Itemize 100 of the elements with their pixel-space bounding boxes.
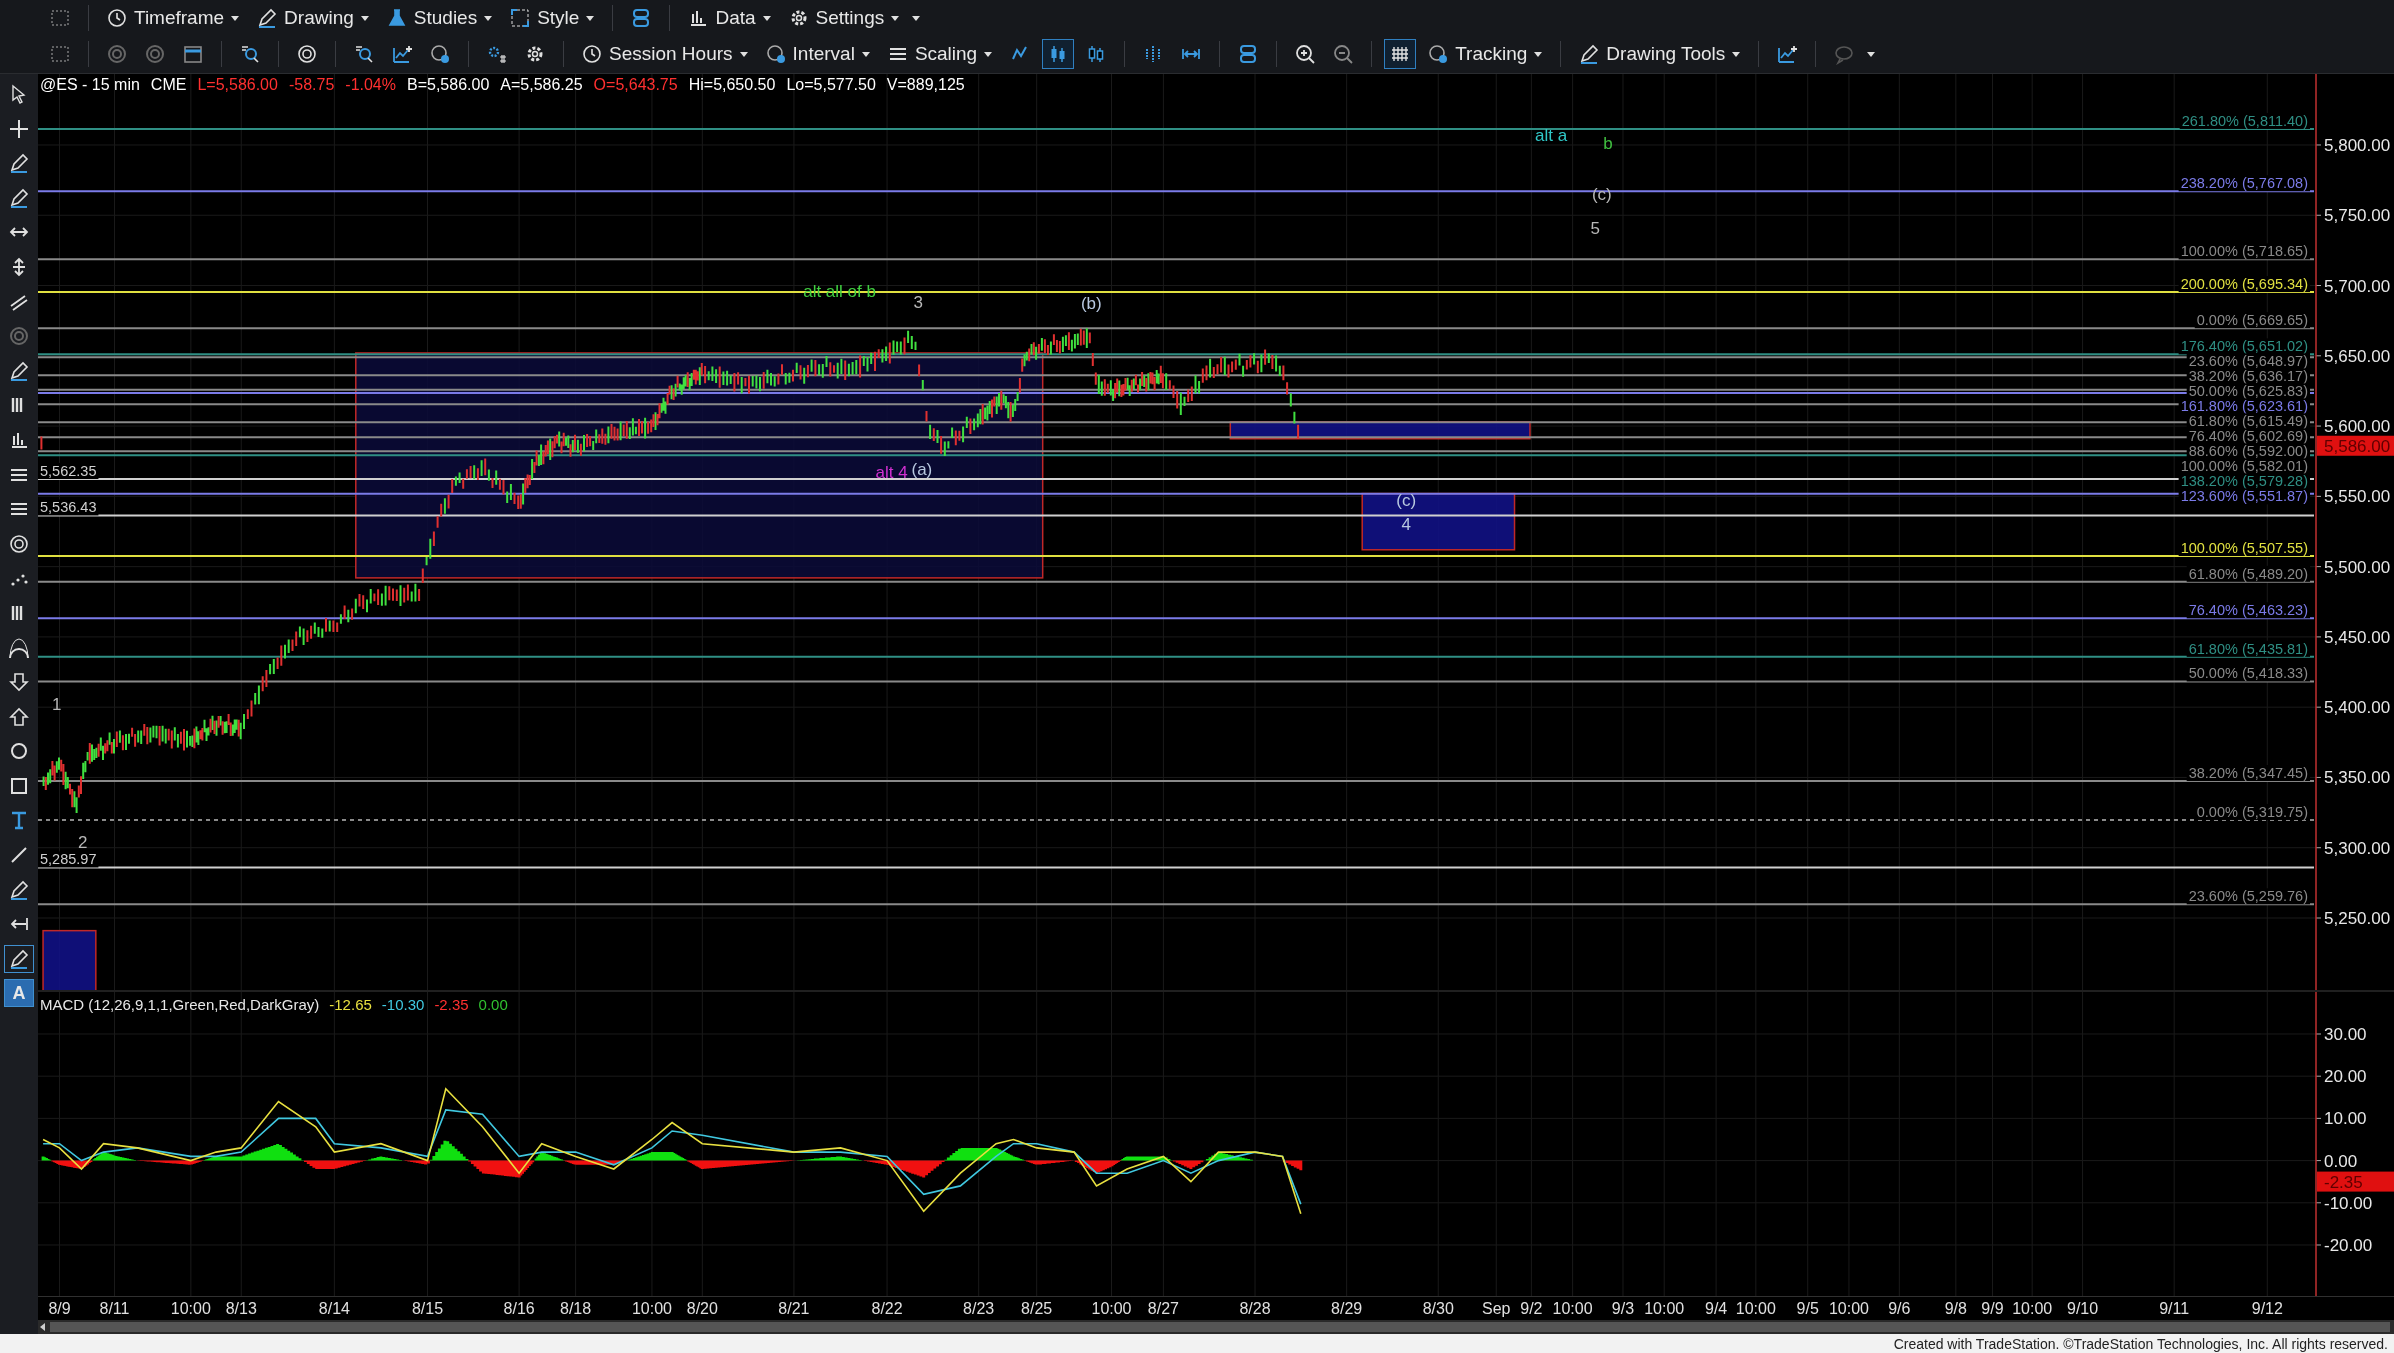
level-label: 50.00% (5,418.33) bbox=[2188, 665, 2308, 682]
wave-label: alt 4 bbox=[875, 463, 908, 483]
wave-label: b bbox=[1603, 134, 1613, 154]
axis-label: 10:00 bbox=[1091, 1300, 1132, 1318]
axis-label: 8/14 bbox=[318, 1300, 350, 1318]
clock-icon bbox=[106, 7, 128, 29]
axis-label: 8/18 bbox=[560, 1300, 592, 1318]
menu-button[interactable]: Studies bbox=[380, 3, 499, 33]
axis-label: 5,700.00 bbox=[2324, 276, 2391, 296]
axis-label: 8/21 bbox=[778, 1300, 810, 1318]
level-label: 261.80% (5,811.40) bbox=[2181, 112, 2308, 129]
axis-label: 9/9 bbox=[1981, 1300, 2004, 1318]
level-label: 161.80% (5,623.61) bbox=[2180, 398, 2308, 415]
dotted-square-icon bbox=[49, 43, 71, 65]
chart-plus-icon bbox=[391, 43, 413, 65]
menu-button[interactable]: Settings bbox=[782, 3, 906, 33]
axis-label: 10:00 bbox=[1644, 1300, 1685, 1318]
level-label: 23.60% (5,259.76) bbox=[2188, 888, 2308, 905]
indicator-value: -12.65 bbox=[329, 996, 372, 1013]
level-label: 23.60% (5,648.97) bbox=[2188, 353, 2308, 370]
level-label: 5,562.35 bbox=[40, 463, 97, 479]
pencil-icon bbox=[8, 152, 30, 175]
level-label: 123.60% (5,551.87) bbox=[2180, 488, 2308, 505]
wave-label: 3 bbox=[913, 293, 923, 312]
axis-label: 9/2 bbox=[1520, 1300, 1543, 1318]
level-label: 76.40% (5,463.23) bbox=[2188, 602, 2308, 619]
axis-label: 8/22 bbox=[871, 1300, 903, 1318]
tool-button[interactable] bbox=[4, 944, 34, 973]
axis-label: 5,600.00 bbox=[2324, 417, 2391, 437]
axis-label: 5,450.00 bbox=[2324, 627, 2391, 647]
menu-button[interactable]: Interval bbox=[759, 39, 876, 69]
axis-label: 10:00 bbox=[170, 1300, 211, 1318]
axis-label: 8/23 bbox=[963, 1300, 995, 1318]
axis-label: 8/25 bbox=[1021, 1300, 1053, 1318]
level-label: 176.40% (5,651.02) bbox=[2180, 338, 2308, 355]
zoom-out-icon bbox=[1332, 43, 1355, 65]
caret-icon bbox=[230, 13, 241, 23]
wave-label: 1 bbox=[52, 695, 62, 714]
level-label: 50.00% (5,625.83) bbox=[2188, 383, 2308, 400]
scroll-bar[interactable] bbox=[38, 1320, 2394, 1334]
caret-icon bbox=[911, 13, 922, 23]
caret-icon bbox=[983, 49, 994, 59]
axis-label: 9/5 bbox=[1796, 1300, 1819, 1318]
magnifier-icon bbox=[353, 43, 375, 65]
caret-icon bbox=[585, 13, 596, 23]
level-label: 5,285.97 bbox=[40, 851, 97, 868]
indicator-title: MACD (12,26,9,1,1,Green,Red,DarkGray) bbox=[40, 996, 320, 1013]
axis-label: 8/29 bbox=[1331, 1300, 1363, 1318]
axis-label: 10:00 bbox=[631, 1300, 672, 1318]
axis-label: 8/16 bbox=[503, 1300, 535, 1318]
axis-label: 9/12 bbox=[2251, 1300, 2283, 1318]
quote-field: O=5,643.75 bbox=[593, 76, 678, 94]
clock-icon bbox=[581, 43, 603, 65]
axis-label: 5,250.00 bbox=[2324, 909, 2391, 928]
indicator-value: 0.00 bbox=[478, 996, 508, 1013]
axis-label: -20.00 bbox=[2324, 1236, 2373, 1255]
axis-label: 8/15 bbox=[411, 1300, 444, 1318]
level-label: 0.00% (5,669.65) bbox=[2196, 312, 2308, 329]
toolbar-button[interactable] bbox=[1042, 39, 1075, 69]
axis-label: 30.00 bbox=[2324, 1025, 2367, 1044]
axis-label: 8/28 bbox=[1239, 1300, 1271, 1318]
axis-label: 9/11 bbox=[2159, 1300, 2190, 1318]
axis-label: 0.00 bbox=[2324, 1151, 2358, 1171]
level-label: 200.00% (5,695.34) bbox=[2180, 276, 2308, 293]
wave-label: 2 bbox=[77, 832, 88, 852]
axis-label: -10.00 bbox=[2324, 1193, 2373, 1213]
quote-field: -58.75 bbox=[288, 76, 335, 94]
pencil-icon bbox=[1578, 43, 1601, 65]
axis-label: 10.00 bbox=[2324, 1109, 2367, 1129]
axis-label: 10:00 bbox=[2012, 1300, 2053, 1318]
axis-label: 9/3 bbox=[1611, 1300, 1635, 1318]
indicator-value: -10.30 bbox=[381, 996, 425, 1013]
menu-button[interactable]: Timeframe bbox=[101, 3, 246, 33]
quote-field: -1.04% bbox=[345, 76, 396, 94]
level-label: 61.80% (5,435.81) bbox=[2188, 640, 2308, 657]
level-label: 38.20% (5,636.17) bbox=[2188, 368, 2308, 385]
level-label: 100.00% (5,507.55) bbox=[2180, 540, 2308, 556]
menu-button[interactable]: Data bbox=[682, 3, 777, 33]
axis-label: 5,400.00 bbox=[2324, 698, 2391, 718]
menu-button[interactable]: Scaling bbox=[881, 39, 999, 69]
axis-label: 5,650.00 bbox=[2324, 346, 2391, 366]
level-label: 100.00% (5,718.65) bbox=[2180, 243, 2308, 260]
tool-button[interactable]: A bbox=[4, 979, 34, 1008]
wave-label: alt a bbox=[1535, 125, 1568, 145]
toolbar-button[interactable] bbox=[1384, 39, 1417, 69]
menu-button[interactable]: Tracking bbox=[1422, 39, 1549, 69]
caret-icon bbox=[890, 13, 901, 23]
menu-button[interactable]: Drawing Tools bbox=[1573, 39, 1747, 69]
menu-button[interactable]: Drawing bbox=[251, 3, 375, 33]
axis-label: 9/8 bbox=[1944, 1300, 1967, 1318]
menu-button[interactable]: Session Hours bbox=[576, 39, 754, 69]
axis-label: 5,750.00 bbox=[2324, 206, 2391, 226]
axis-label: 9/6 bbox=[1888, 1300, 1911, 1318]
pencil-icon bbox=[8, 186, 30, 209]
axis-label: 9/4 bbox=[1705, 1300, 1728, 1318]
quote-field: CME bbox=[150, 76, 187, 94]
wave-label: 5 bbox=[1590, 218, 1600, 238]
axis-label: 5,550.00 bbox=[2324, 487, 2391, 507]
quote-field: Hi=5,650.50 bbox=[688, 76, 776, 94]
menu-button[interactable]: Style bbox=[504, 3, 601, 33]
